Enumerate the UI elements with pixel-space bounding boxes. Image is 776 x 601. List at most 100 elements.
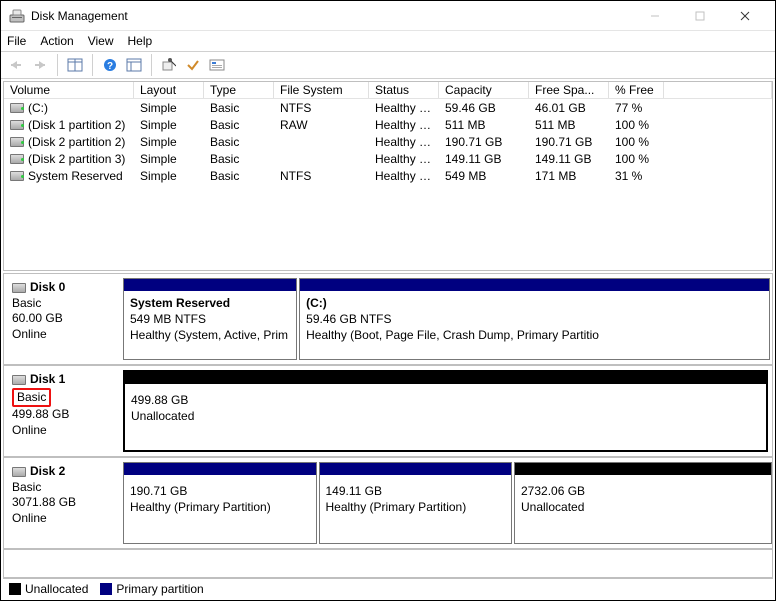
volume-icon xyxy=(10,103,24,113)
volume-free: 511 MB xyxy=(529,118,609,132)
legend-unallocated: Unallocated xyxy=(9,582,88,596)
menu-file[interactable]: File xyxy=(7,34,26,48)
volume-status: Healthy (S... xyxy=(369,169,439,183)
volume-layout: Simple xyxy=(134,169,204,183)
disk-icon xyxy=(12,467,26,477)
back-button[interactable] xyxy=(5,54,27,76)
partition-status: Healthy (Primary Partition) xyxy=(326,499,506,515)
col-pct[interactable]: % Free xyxy=(609,82,664,98)
menubar: File Action View Help xyxy=(1,31,775,51)
partition[interactable]: 149.11 GBHealthy (Primary Partition) xyxy=(319,462,513,544)
volume-type: Basic xyxy=(204,169,274,183)
col-volume[interactable]: Volume xyxy=(4,82,134,98)
volume-table-header: Volume Layout Type File System Status Ca… xyxy=(4,82,772,99)
volume-pct: 100 % xyxy=(609,118,664,132)
disk-info[interactable]: Disk 2 Basic3071.88 GBOnline xyxy=(4,458,119,548)
menu-action[interactable]: Action xyxy=(40,34,73,48)
volume-free: 190.71 GB xyxy=(529,135,609,149)
volume-fs: NTFS xyxy=(274,101,369,115)
titlebar: Disk Management xyxy=(1,1,775,31)
disk-type: Basic xyxy=(12,480,41,494)
view-list-button[interactable] xyxy=(64,54,86,76)
volume-name: System Reserved xyxy=(28,169,123,183)
partition[interactable]: 2732.06 GBUnallocated xyxy=(514,462,772,544)
disk-name: Disk 2 xyxy=(30,464,65,478)
volume-pct: 31 % xyxy=(609,169,664,183)
volume-status: Healthy (P... xyxy=(369,135,439,149)
apply-icon[interactable] xyxy=(182,54,204,76)
volume-icon xyxy=(10,154,24,164)
disk-type-highlight: Basic xyxy=(12,388,51,408)
volume-type: Basic xyxy=(204,135,274,149)
volume-free: 149.11 GB xyxy=(529,152,609,166)
legend-primary: Primary partition xyxy=(100,582,203,596)
menu-view[interactable]: View xyxy=(88,34,114,48)
disk-name: Disk 1 xyxy=(30,372,65,386)
window-title: Disk Management xyxy=(31,9,128,23)
col-layout[interactable]: Layout xyxy=(134,82,204,98)
volume-row[interactable]: (Disk 2 partition 3)SimpleBasicHealthy (… xyxy=(4,150,772,167)
disk-state: Online xyxy=(12,423,111,439)
disk-state: Online xyxy=(12,511,111,527)
volume-status: Healthy (P... xyxy=(369,152,439,166)
partition-status: Healthy (Boot, Page File, Crash Dump, Pr… xyxy=(306,327,763,343)
partition-status: Unallocated xyxy=(521,499,765,515)
partition-cap xyxy=(124,463,316,475)
partition-size: 149.11 GB xyxy=(326,483,506,499)
disk-type: Basic xyxy=(12,296,41,310)
disk-state: Online xyxy=(12,327,111,343)
volume-pct: 100 % xyxy=(609,135,664,149)
volume-pct: 100 % xyxy=(609,152,664,166)
volume-layout: Simple xyxy=(134,101,204,115)
disk-row: Disk 0Basic60.00 GBOnlineSystem Reserved… xyxy=(4,274,772,366)
close-button[interactable] xyxy=(722,1,767,31)
volume-layout: Simple xyxy=(134,118,204,132)
partition-status: Healthy (System, Active, Prim xyxy=(130,327,290,343)
partition-size: 59.46 GB NTFS xyxy=(306,311,763,327)
volume-row[interactable]: (C:)SimpleBasicNTFSHealthy (B...59.46 GB… xyxy=(4,99,772,116)
volume-type: Basic xyxy=(204,152,274,166)
disk-size: 499.88 GB xyxy=(12,407,111,423)
volume-capacity: 149.11 GB xyxy=(439,152,529,166)
col-free[interactable]: Free Spa... xyxy=(529,82,609,98)
disk-size: 3071.88 GB xyxy=(12,495,111,511)
partition-cap xyxy=(125,372,766,384)
partition[interactable]: System Reserved549 MB NTFSHealthy (Syste… xyxy=(123,278,297,360)
volume-fs: RAW xyxy=(274,118,369,132)
volume-table: Volume Layout Type File System Status Ca… xyxy=(3,81,773,271)
settings-button[interactable] xyxy=(123,54,145,76)
disk-info[interactable]: Disk 0Basic60.00 GBOnline xyxy=(4,274,119,364)
disk-icon xyxy=(12,283,26,293)
volume-layout: Simple xyxy=(134,152,204,166)
help-button[interactable]: ? xyxy=(99,54,121,76)
maximize-button[interactable] xyxy=(677,1,722,31)
volume-icon xyxy=(10,171,24,181)
toolbar: ? xyxy=(1,51,775,79)
volume-row[interactable]: (Disk 2 partition 2)SimpleBasicHealthy (… xyxy=(4,133,772,150)
disk-name: Disk 0 xyxy=(30,280,65,294)
volume-row[interactable]: (Disk 1 partition 2)SimpleBasicRAWHealth… xyxy=(4,116,772,133)
minimize-button[interactable] xyxy=(632,1,677,31)
disk-row: Disk 1 Basic499.88 GBOnline 499.88 GBUnall… xyxy=(4,366,772,458)
forward-button[interactable] xyxy=(29,54,51,76)
refresh-button[interactable] xyxy=(158,54,180,76)
volume-row[interactable]: System ReservedSimpleBasicNTFSHealthy (S… xyxy=(4,167,772,184)
disk-info[interactable]: Disk 1 Basic499.88 GBOnline xyxy=(4,366,119,456)
volume-type: Basic xyxy=(204,101,274,115)
volume-type: Basic xyxy=(204,118,274,132)
partition-size: 549 MB NTFS xyxy=(130,311,290,327)
partition[interactable]: (C:)59.46 GB NTFSHealthy (Boot, Page Fil… xyxy=(299,278,770,360)
partition[interactable]: 499.88 GBUnallocated xyxy=(123,370,768,452)
volume-status: Healthy (B... xyxy=(369,101,439,115)
col-fs[interactable]: File System xyxy=(274,82,369,98)
col-type[interactable]: Type xyxy=(204,82,274,98)
volume-free: 46.01 GB xyxy=(529,101,609,115)
menu-help[interactable]: Help xyxy=(128,34,153,48)
partition-cap xyxy=(515,463,771,475)
volume-free: 171 MB xyxy=(529,169,609,183)
partition[interactable]: 190.71 GBHealthy (Primary Partition) xyxy=(123,462,317,544)
properties-button[interactable] xyxy=(206,54,228,76)
col-status[interactable]: Status xyxy=(369,82,439,98)
disk-icon xyxy=(12,375,26,385)
col-capacity[interactable]: Capacity xyxy=(439,82,529,98)
